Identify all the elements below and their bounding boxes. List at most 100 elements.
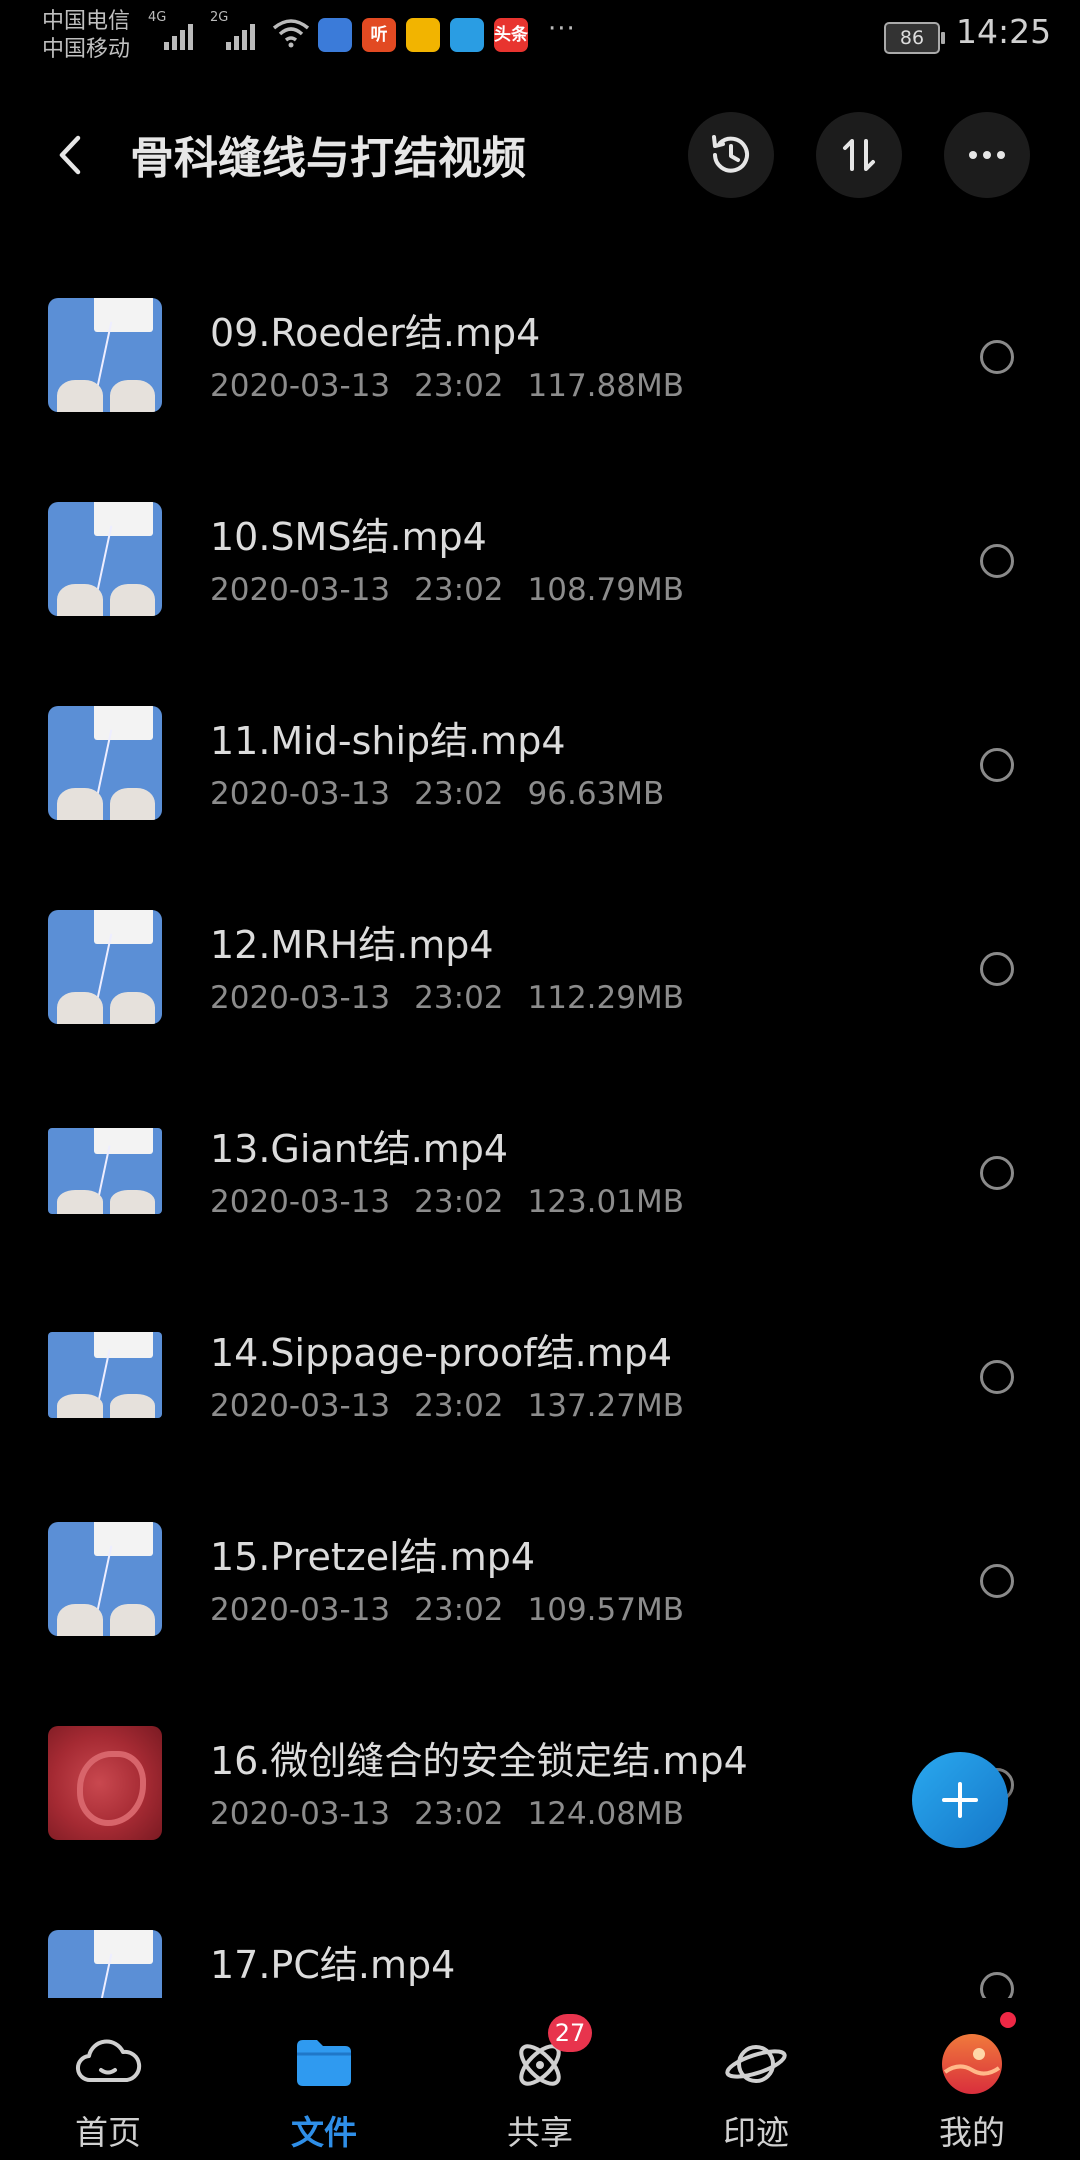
file-name: 11.Mid-ship结.mp4 [210, 719, 566, 763]
back-arrow-icon[interactable] [46, 130, 96, 180]
file-meta: 2020-03-13 23:02 96.63MB [210, 776, 688, 812]
select-radio[interactable] [980, 1360, 1014, 1394]
video-thumbnail [48, 706, 162, 820]
select-radio[interactable] [980, 1156, 1014, 1190]
video-thumbnail [48, 502, 162, 616]
select-radio[interactable] [980, 748, 1014, 782]
yellow-app-icon [406, 18, 440, 52]
telegram-app-icon [450, 18, 484, 52]
file-size: 124.08MB [527, 1796, 684, 1832]
header: 骨科缝线与打结视频 [0, 100, 1080, 210]
file-name: 12.MRH结.mp4 [210, 923, 494, 967]
file-date: 2020-03-13 [210, 1592, 391, 1628]
file-size: 109.57MB [527, 1592, 684, 1628]
history-icon [712, 135, 749, 173]
net-type-1: 4G [148, 10, 167, 25]
wifi-icon [272, 19, 310, 48]
sort-button[interactable] [816, 112, 902, 198]
file-meta: 2020-03-13 23:02 137.27MB [210, 1388, 708, 1424]
file-time: 23:02 [414, 776, 504, 812]
file-date: 2020-03-13 [210, 776, 391, 812]
file-row[interactable]: 14.Sippage-proof结.mp4 2020-03-13 23:02 137.… [0, 1280, 1080, 1484]
ting-app-icon: 听 [362, 18, 396, 52]
file-date: 2020-03-13 [210, 368, 391, 404]
file-time: 23:02 [414, 572, 504, 608]
planet-icon [725, 2045, 787, 2083]
file-name: 14.Sippage-proof结.mp4 [210, 1331, 673, 1375]
signal-2g-icon: 2G [210, 10, 255, 50]
file-time: 23:02 [414, 1796, 504, 1832]
file-time: 23:02 [414, 1184, 504, 1220]
tab-files[interactable]: 文件 [244, 1998, 404, 2160]
more-horizontal-icon [969, 151, 1005, 159]
signal-4g-icon: 4G [148, 10, 193, 50]
tab-label: 我的 [939, 2113, 1005, 2152]
file-meta: 2020-03-13 23:02 117.88MB [210, 368, 708, 404]
sort-icon [843, 139, 875, 171]
file-size: 117.88MB [527, 368, 684, 404]
carrier-2: 中国移动 [42, 37, 131, 62]
video-thumbnail [48, 910, 162, 1024]
file-meta: 2020-03-13 23:02 109.57MB [210, 1592, 708, 1628]
file-time: 23:02 [414, 1592, 504, 1628]
file-meta: 2020-03-13 23:02 108.79MB [210, 572, 708, 608]
file-row[interactable]: 09.Roeder结.mp4 2020-03-13 23:02 117.88MB [0, 260, 1080, 464]
file-size: 96.63MB [527, 776, 665, 812]
page-title: 骨科缝线与打结视频 [130, 133, 526, 184]
tab-me[interactable]: 我的 [892, 1998, 1052, 2160]
file-size: 123.01MB [527, 1184, 684, 1220]
select-radio[interactable] [980, 340, 1014, 374]
file-size: 108.79MB [527, 572, 684, 608]
video-thumbnail [48, 1726, 162, 1840]
bottom-tab-bar: 首页 文件 27 共享 印迹 我的 [0, 1998, 1080, 2160]
file-size: 112.29MB [527, 980, 684, 1016]
tab-label: 共享 [507, 2113, 573, 2152]
history-button[interactable] [688, 112, 774, 198]
more-options-button[interactable] [944, 112, 1030, 198]
battery-icon: 86 [884, 22, 945, 54]
plus-icon [942, 1782, 978, 1818]
select-radio[interactable] [980, 952, 1014, 986]
tab-label: 文件 [291, 2113, 357, 2152]
video-thumbnail [48, 1522, 162, 1636]
carrier-labels: 中国电信 中国移动 [42, 8, 130, 64]
tab-label: 印迹 [723, 2113, 789, 2152]
file-date: 2020-03-13 [210, 1388, 391, 1424]
folder-icon [297, 2040, 351, 2086]
notification-dot [1000, 2012, 1016, 2028]
tab-label: 首页 [75, 2113, 141, 2152]
file-meta: 2020-03-13 23:02 124.08MB [210, 1796, 708, 1832]
file-name: 09.Roeder结.mp4 [210, 311, 541, 355]
notification-app-icons: 听 头条 [318, 18, 528, 52]
net-type-2: 2G [210, 10, 229, 25]
tab-footprint[interactable]: 印迹 [676, 1998, 836, 2160]
file-name: 16.微创缝合的安全锁定结.mp4 [210, 1739, 748, 1783]
video-thumbnail [48, 1332, 162, 1418]
video-thumbnail [48, 298, 162, 412]
file-name: 17.PC结.mp4 [210, 1943, 456, 1987]
file-name: 13.Giant结.mp4 [210, 1127, 509, 1171]
avatar-icon [942, 2034, 1002, 2094]
file-row[interactable]: 11.Mid-ship结.mp4 2020-03-13 23:02 96.63MB [0, 668, 1080, 872]
file-name: 15.Pretzel结.mp4 [210, 1535, 536, 1579]
select-radio[interactable] [980, 544, 1014, 578]
file-row[interactable]: 10.SMS结.mp4 2020-03-13 23:02 108.79MB [0, 464, 1080, 668]
file-meta: 2020-03-13 23:02 112.29MB [210, 980, 708, 1016]
file-row[interactable]: 12.MRH结.mp4 2020-03-13 23:02 112.29MB [0, 872, 1080, 1076]
tab-share[interactable]: 27 共享 [460, 1998, 620, 2160]
file-time: 23:02 [414, 368, 504, 404]
colorful-app-icon [318, 18, 352, 52]
more-notifications-icon: ··· [548, 14, 576, 44]
file-name: 10.SMS结.mp4 [210, 515, 487, 559]
file-date: 2020-03-13 [210, 1796, 391, 1832]
select-radio[interactable] [980, 1564, 1014, 1598]
file-row[interactable]: 13.Giant结.mp4 2020-03-13 23:02 123.01MB [0, 1076, 1080, 1280]
cloud-icon [76, 2039, 142, 2083]
video-thumbnail [48, 1128, 162, 1214]
file-date: 2020-03-13 [210, 572, 391, 608]
file-row[interactable]: 15.Pretzel结.mp4 2020-03-13 23:02 109.57MB [0, 1484, 1080, 1688]
add-button[interactable] [912, 1752, 1008, 1848]
tab-home[interactable]: 首页 [28, 1998, 188, 2160]
file-meta: 2020-03-13 23:02 123.01MB [210, 1184, 708, 1220]
file-time: 23:02 [414, 980, 504, 1016]
